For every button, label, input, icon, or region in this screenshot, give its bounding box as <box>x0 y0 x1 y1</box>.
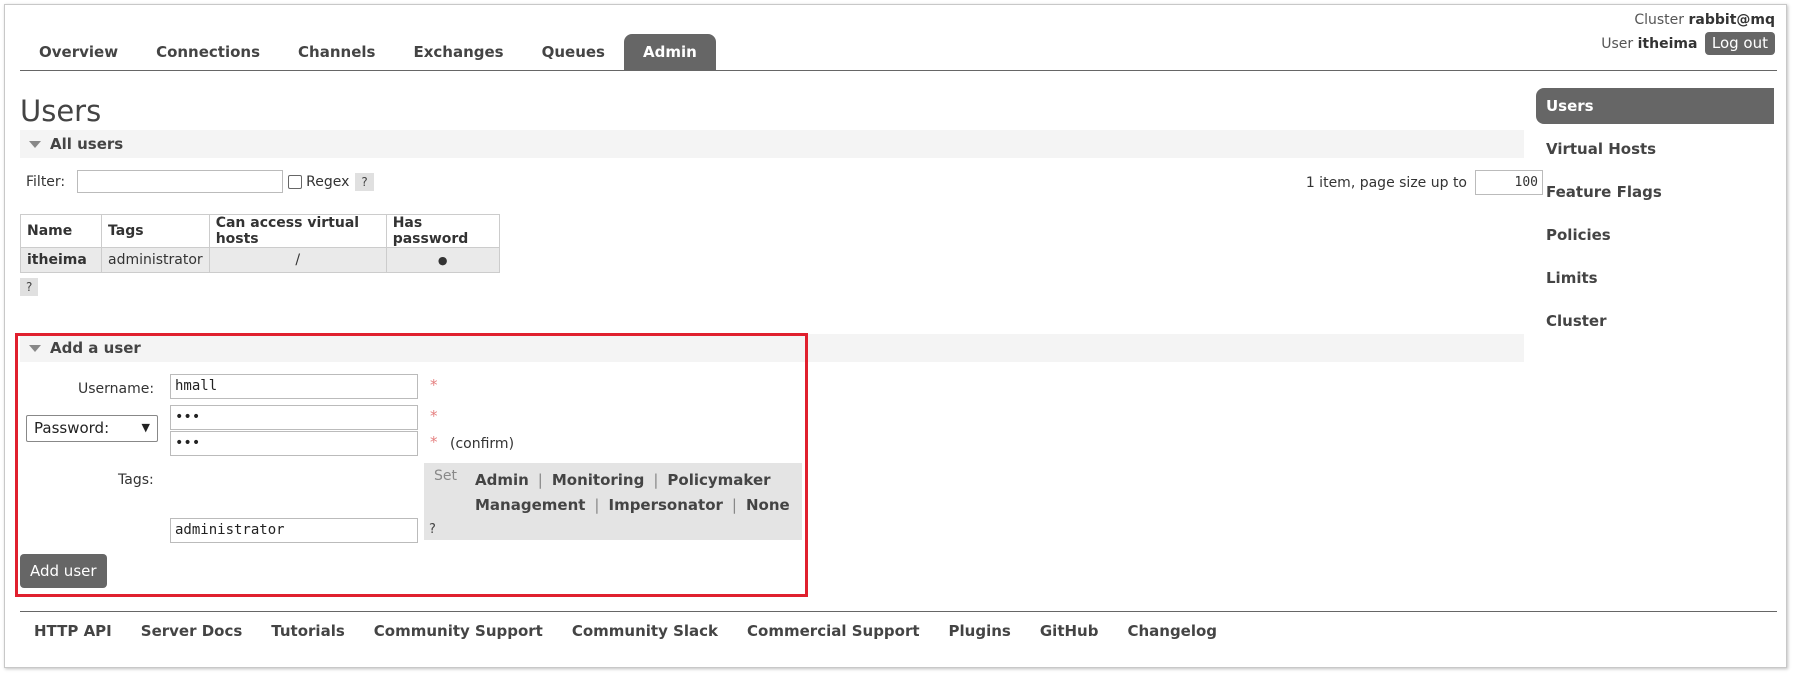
tab-admin[interactable]: Admin <box>623 34 716 70</box>
footer-links: HTTP API Server Docs Tutorials Community… <box>34 622 1246 640</box>
tab-exchanges[interactable]: Exchanges <box>394 34 522 70</box>
footer-link-github[interactable]: GitHub <box>1040 622 1099 640</box>
paging-controls: 1 item, page size up to 100 <box>1306 170 1543 195</box>
user-tags-cell: administrator <box>101 247 210 273</box>
sidebar-item-limits[interactable]: Limits <box>1536 260 1774 296</box>
triangle-down-icon <box>29 141 41 148</box>
footer-link-tutorials[interactable]: Tutorials <box>271 622 344 640</box>
column-header-has-password: Has password <box>385 214 500 248</box>
table-header-row: Name Tags Can access virtual hosts Has p… <box>20 214 500 248</box>
user-name: itheima <box>1637 36 1698 52</box>
footer-link-plugins[interactable]: Plugins <box>949 622 1011 640</box>
footer-link-community-slack[interactable]: Community Slack <box>572 622 718 640</box>
filter-label: Filter: <box>26 173 66 190</box>
filter-help-button[interactable]: ? <box>355 172 374 191</box>
regex-checkbox[interactable] <box>288 174 303 189</box>
cluster-name: rabbit@mq <box>1688 12 1776 28</box>
tab-connections[interactable]: Connections <box>137 34 279 70</box>
page-title: Users <box>20 94 102 128</box>
paging-text: 1 item, page size up to <box>1305 174 1467 191</box>
top-nav: Overview Connections Channels Exchanges … <box>20 34 716 70</box>
all-users-section-toggle[interactable]: All users <box>20 130 1524 158</box>
user-has-password-cell: ● <box>385 247 500 273</box>
sidebar-item-policies[interactable]: Policies <box>1536 217 1774 253</box>
page-size-input[interactable]: 100 <box>1475 170 1543 195</box>
column-header-name[interactable]: Name <box>20 214 102 248</box>
sidebar-item-virtual-hosts[interactable]: Virtual Hosts <box>1536 131 1774 167</box>
footer-link-http-api[interactable]: HTTP API <box>34 622 112 640</box>
footer-link-server-docs[interactable]: Server Docs <box>141 622 243 640</box>
highlight-box <box>15 333 808 597</box>
tab-overview[interactable]: Overview <box>20 34 137 70</box>
tab-channels[interactable]: Channels <box>279 34 394 70</box>
footer-divider <box>20 611 1777 612</box>
sidebar-item-feature-flags[interactable]: Feature Flags <box>1536 174 1774 210</box>
all-users-heading: All users <box>50 135 124 153</box>
filter-row: Filter: Regex ? <box>26 170 374 193</box>
filter-input[interactable] <box>77 170 284 193</box>
nav-divider <box>20 70 1777 71</box>
sidebar-item-cluster[interactable]: Cluster <box>1536 303 1774 339</box>
user-label: User <box>1601 36 1634 52</box>
column-header-vhosts: Can access virtual hosts <box>208 214 387 248</box>
column-header-tags[interactable]: Tags <box>101 214 210 248</box>
table-row[interactable]: itheima administrator / ● <box>20 247 500 273</box>
regex-label: Regex <box>306 173 350 190</box>
user-name-link[interactable]: itheima <box>20 247 102 273</box>
sidebar-item-users[interactable]: Users <box>1536 88 1774 124</box>
cluster-label: Cluster <box>1634 12 1685 28</box>
table-help-button[interactable]: ? <box>20 278 39 296</box>
logout-button[interactable]: Log out <box>1704 32 1775 55</box>
footer-link-community-support[interactable]: Community Support <box>374 622 543 640</box>
footer-link-commercial-support[interactable]: Commercial Support <box>747 622 920 640</box>
cluster-info: Cluster rabbit@mq User itheima Log out <box>1601 12 1775 55</box>
footer-link-changelog[interactable]: Changelog <box>1127 622 1217 640</box>
users-table: Name Tags Can access virtual hosts Has p… <box>20 214 500 273</box>
admin-sidebar: Users Virtual Hosts Feature Flags Polici… <box>1536 88 1774 346</box>
tab-queues[interactable]: Queues <box>523 34 624 70</box>
user-vhosts-cell: / <box>208 247 387 273</box>
